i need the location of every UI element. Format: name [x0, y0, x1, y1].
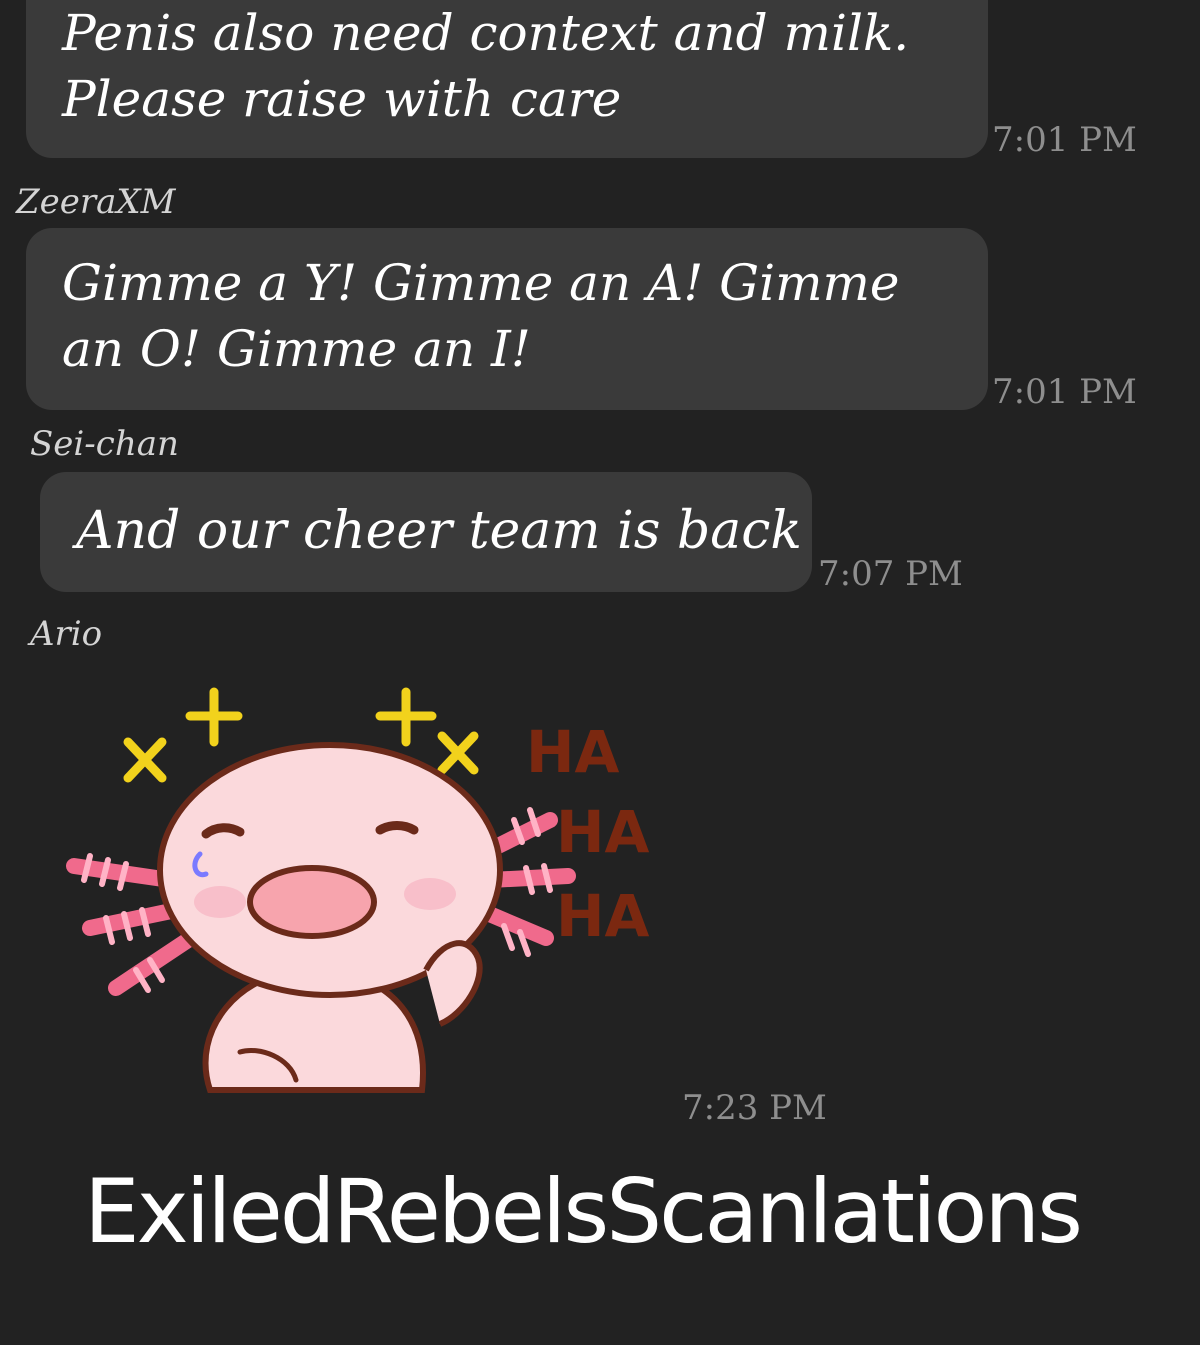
sender-name: Ario — [30, 614, 103, 654]
message-text: And our cheer team is back — [76, 501, 802, 561]
message-timestamp: 7:01 PM — [992, 120, 1137, 160]
sender-name: Sei-chan — [30, 424, 179, 464]
message-timestamp: 7:07 PM — [818, 554, 963, 594]
watermark-text: ExiledRebelsScanlations — [84, 1160, 1083, 1263]
message-bubble[interactable]: And our cheer team is back — [40, 472, 812, 592]
message-text: Gimme a Y! Gimme an A! Gimme an O! Gimme… — [62, 254, 900, 378]
ha-ha-ha-text: HA HA HA — [526, 718, 650, 950]
laughing-axolotl-sticker[interactable]: HA HA HA — [50, 670, 670, 1110]
message-bubble[interactable]: Penis also need context and milk. Please… — [26, 0, 988, 158]
sender-name: ZeeraXM — [16, 182, 176, 222]
svg-text:HA: HA — [556, 882, 650, 950]
message-timestamp: 7:01 PM — [992, 372, 1137, 412]
message-text: Penis also need context and milk. Please… — [62, 4, 910, 128]
svg-text:HA: HA — [556, 798, 650, 866]
svg-text:HA: HA — [526, 718, 620, 786]
axolotl-mouth — [247, 865, 377, 939]
message-bubble[interactable]: Gimme a Y! Gimme an A! Gimme an O! Gimme… — [26, 228, 988, 410]
message-timestamp: 7:23 PM — [682, 1088, 827, 1128]
